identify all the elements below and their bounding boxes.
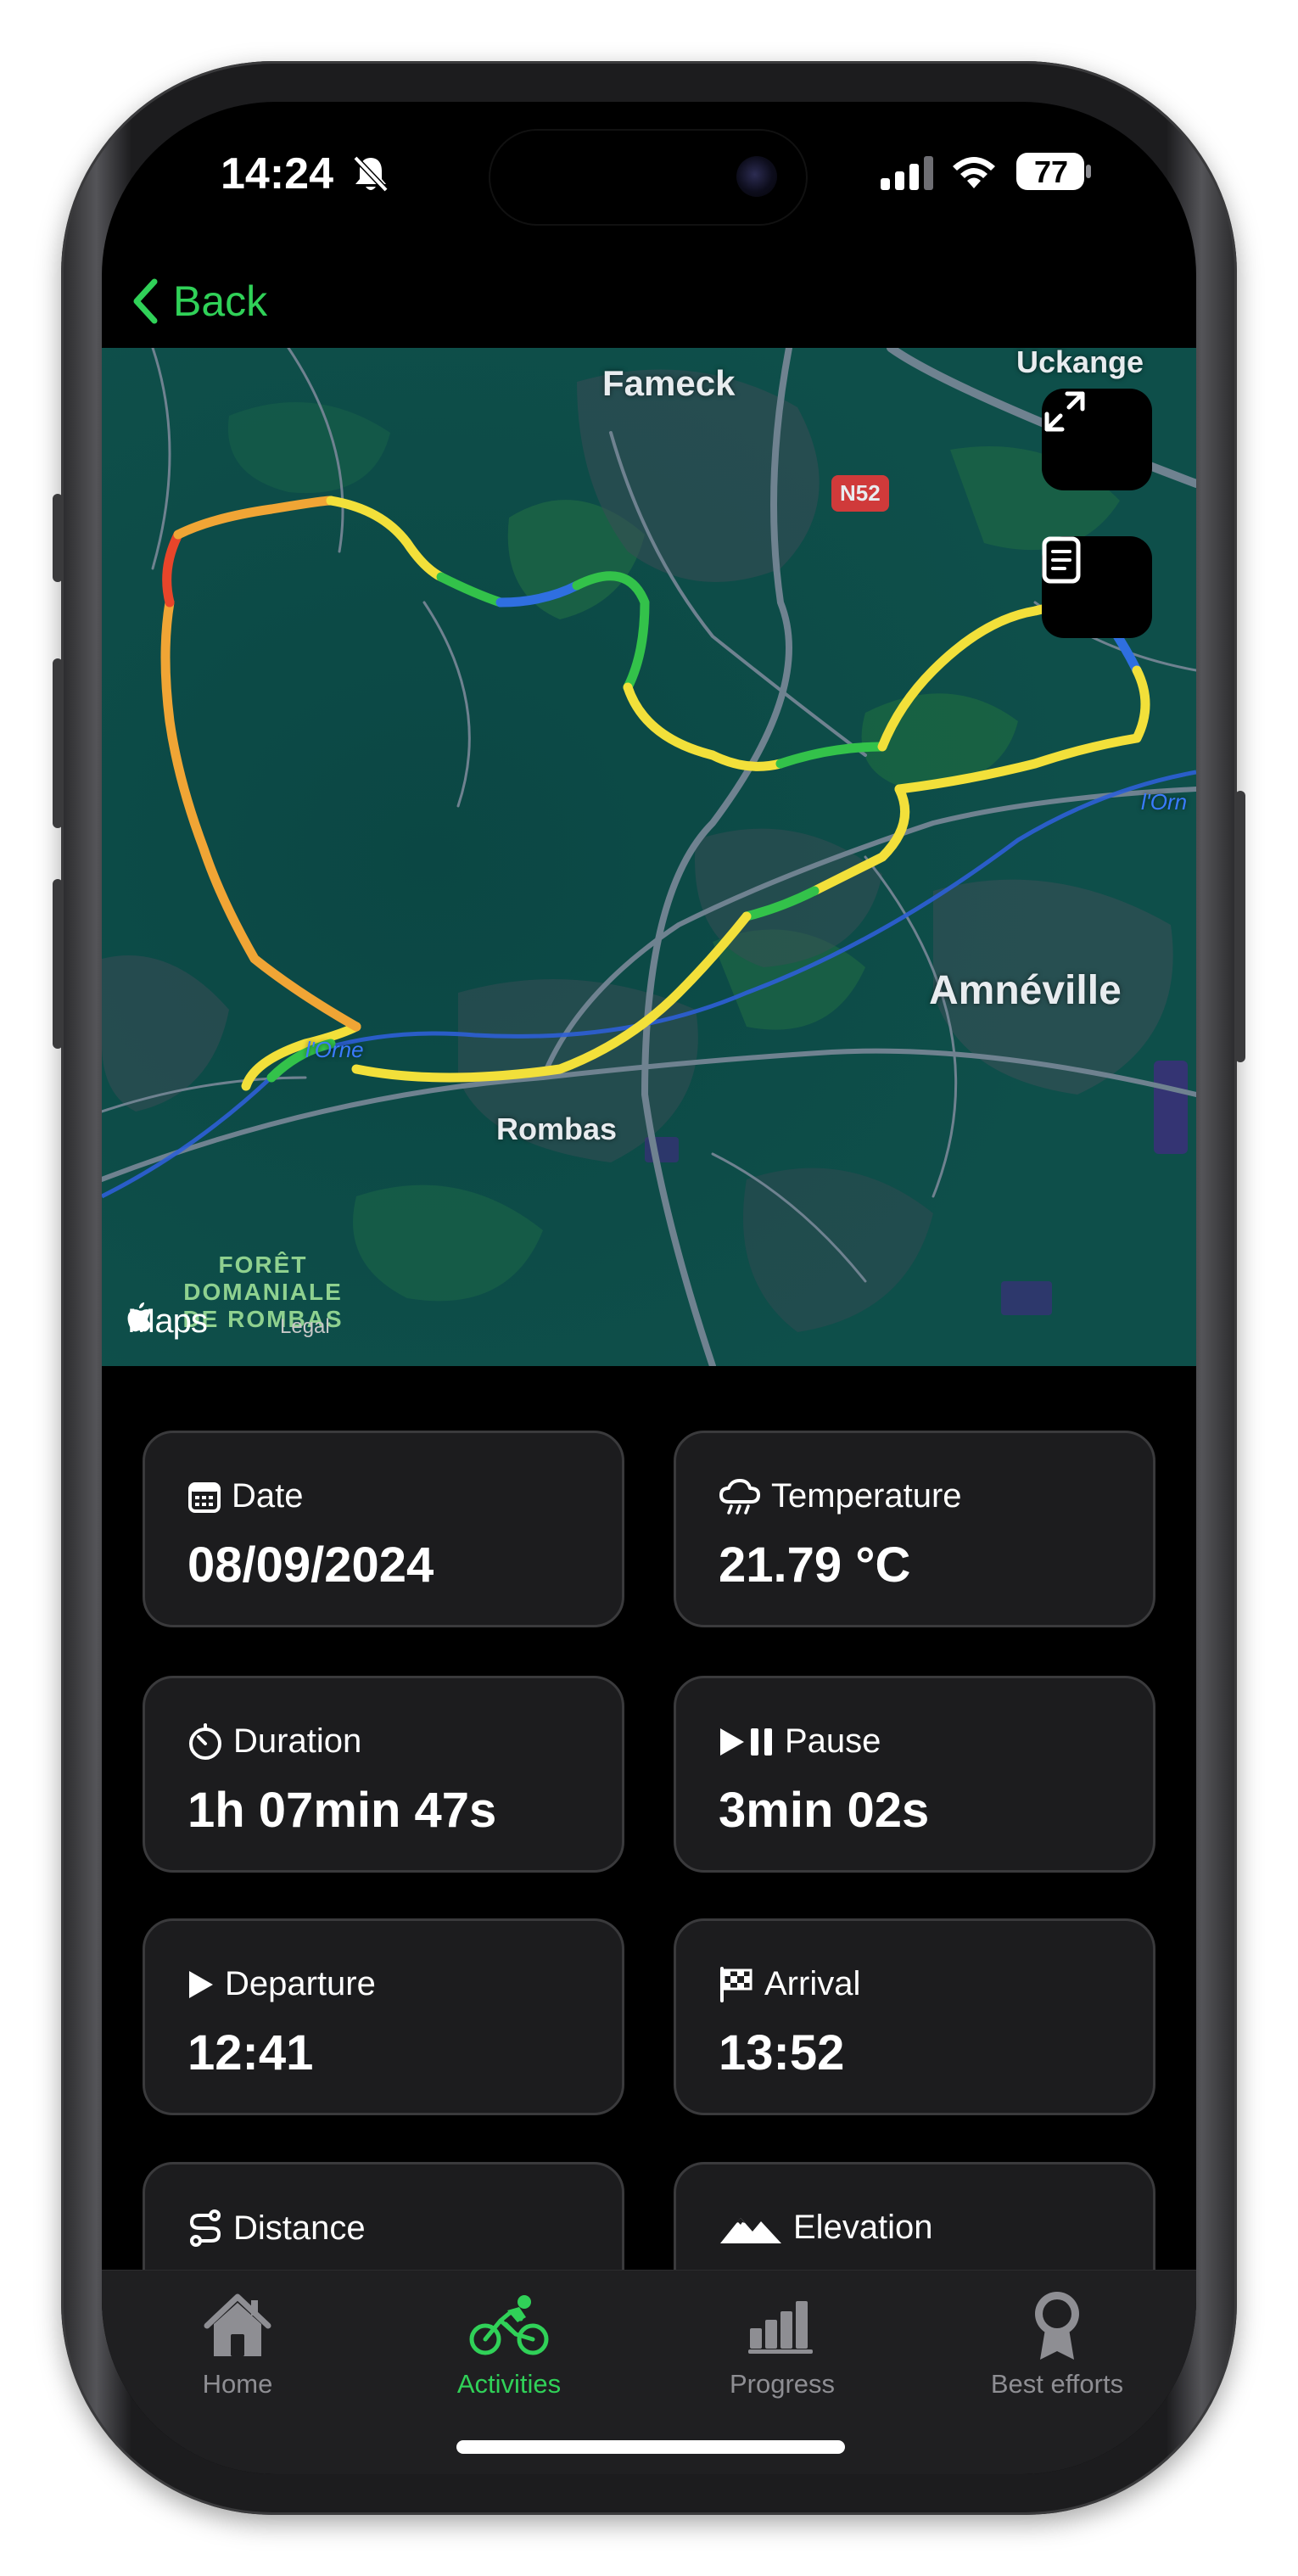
play-pause-icon bbox=[720, 1728, 772, 1756]
place-label-rombas: Rombas bbox=[496, 1112, 618, 1146]
departure-card: Departure 12:41 bbox=[143, 1918, 624, 2115]
phone-screen: 14:24 77 Back Fameck Uckange Amnéville R… bbox=[102, 102, 1196, 2474]
arrival-label: Arrival bbox=[764, 1965, 861, 2002]
arrival-value: 13:52 bbox=[719, 2025, 845, 2080]
checkered-flag-icon bbox=[720, 1966, 753, 2002]
bicycle-icon bbox=[469, 2295, 549, 2355]
cloud-rain-icon bbox=[719, 1478, 760, 1515]
tab-progress[interactable]: Progress bbox=[655, 2288, 909, 2400]
duration-card: Duration 1h 07min 47s bbox=[143, 1676, 624, 1873]
bell-slash-icon bbox=[353, 155, 389, 193]
tab-activities-label: Activities bbox=[456, 2369, 562, 2399]
back-button[interactable]: Back bbox=[132, 263, 267, 339]
calendar-icon bbox=[188, 1481, 221, 1513]
arrival-card: Arrival 13:52 bbox=[674, 1918, 1155, 2115]
tab-progress-label: Progress bbox=[729, 2369, 836, 2399]
legal-link[interactable]: Legal bbox=[280, 1315, 330, 1339]
expand-icon bbox=[1044, 391, 1085, 432]
battery-level: 77 bbox=[1033, 154, 1069, 189]
temperature-label: Temperature bbox=[771, 1477, 962, 1515]
wifi-icon bbox=[953, 157, 995, 188]
pause-label: Pause bbox=[785, 1722, 881, 1760]
medal-icon bbox=[1035, 2292, 1079, 2360]
back-label: Back bbox=[173, 277, 268, 325]
play-icon bbox=[189, 1970, 213, 1998]
signal-icon bbox=[881, 156, 933, 190]
front-camera bbox=[736, 156, 777, 197]
status-time: 14:24 bbox=[221, 149, 333, 199]
place-label-uckange: Uckange bbox=[1016, 348, 1144, 379]
pause-card: Pause 3min 02s bbox=[674, 1676, 1155, 1873]
route-icon bbox=[189, 2209, 221, 2247]
apple-maps-attribution[interactable]: Maps bbox=[127, 1302, 208, 1341]
date-label: Date bbox=[232, 1477, 304, 1515]
tab-home-label: Home bbox=[202, 2369, 273, 2399]
elevation-label: Elevation bbox=[793, 2209, 933, 2246]
route-map[interactable]: Fameck Uckange Amnéville Rombas N52 l'Or… bbox=[102, 348, 1196, 1366]
place-label-amneville: Amnéville bbox=[929, 968, 1122, 1013]
river-label-left: l'Orne bbox=[305, 1037, 364, 1062]
tab-home[interactable]: Home bbox=[110, 2288, 365, 2400]
map-background bbox=[102, 348, 1196, 1366]
dynamic-island bbox=[490, 131, 806, 224]
departure-label: Departure bbox=[225, 1965, 376, 2002]
distance-label: Distance bbox=[233, 2209, 366, 2247]
house-icon bbox=[204, 2293, 271, 2356]
bar-chart-icon bbox=[748, 2301, 813, 2354]
apple-logo-icon bbox=[127, 1302, 152, 1332]
route-details-button[interactable] bbox=[1042, 536, 1152, 638]
place-label-fameck: Fameck bbox=[602, 363, 736, 403]
side-button bbox=[1235, 791, 1245, 1062]
home-indicator[interactable] bbox=[456, 2440, 845, 2454]
volume-down-button bbox=[53, 879, 63, 1049]
volume-up-button bbox=[53, 658, 63, 828]
duration-value: 1h 07min 47s bbox=[187, 1783, 497, 1838]
expand-map-button[interactable] bbox=[1042, 389, 1152, 490]
action-button bbox=[53, 494, 63, 582]
tab-best-efforts[interactable]: Best efforts bbox=[930, 2288, 1184, 2400]
temperature-card: Temperature 21.79 °C bbox=[674, 1431, 1155, 1627]
road-sign-n52: N52 bbox=[831, 475, 889, 512]
document-icon bbox=[1042, 536, 1081, 584]
mountains-icon bbox=[720, 2217, 781, 2243]
chevron-left-icon bbox=[133, 278, 158, 324]
pause-value: 3min 02s bbox=[719, 1783, 930, 1838]
tab-best-efforts-label: Best efforts bbox=[990, 2369, 1124, 2399]
date-card: Date 08/09/2024 bbox=[143, 1431, 624, 1627]
date-value: 08/09/2024 bbox=[187, 1537, 434, 1593]
departure-value: 12:41 bbox=[187, 2025, 314, 2080]
temperature-value: 21.79 °C bbox=[719, 1537, 911, 1593]
river-label-right: l'Orn bbox=[1141, 789, 1188, 815]
duration-label: Duration bbox=[233, 1722, 362, 1760]
timer-icon bbox=[189, 1722, 221, 1760]
tab-activities[interactable]: Activities bbox=[382, 2288, 636, 2400]
